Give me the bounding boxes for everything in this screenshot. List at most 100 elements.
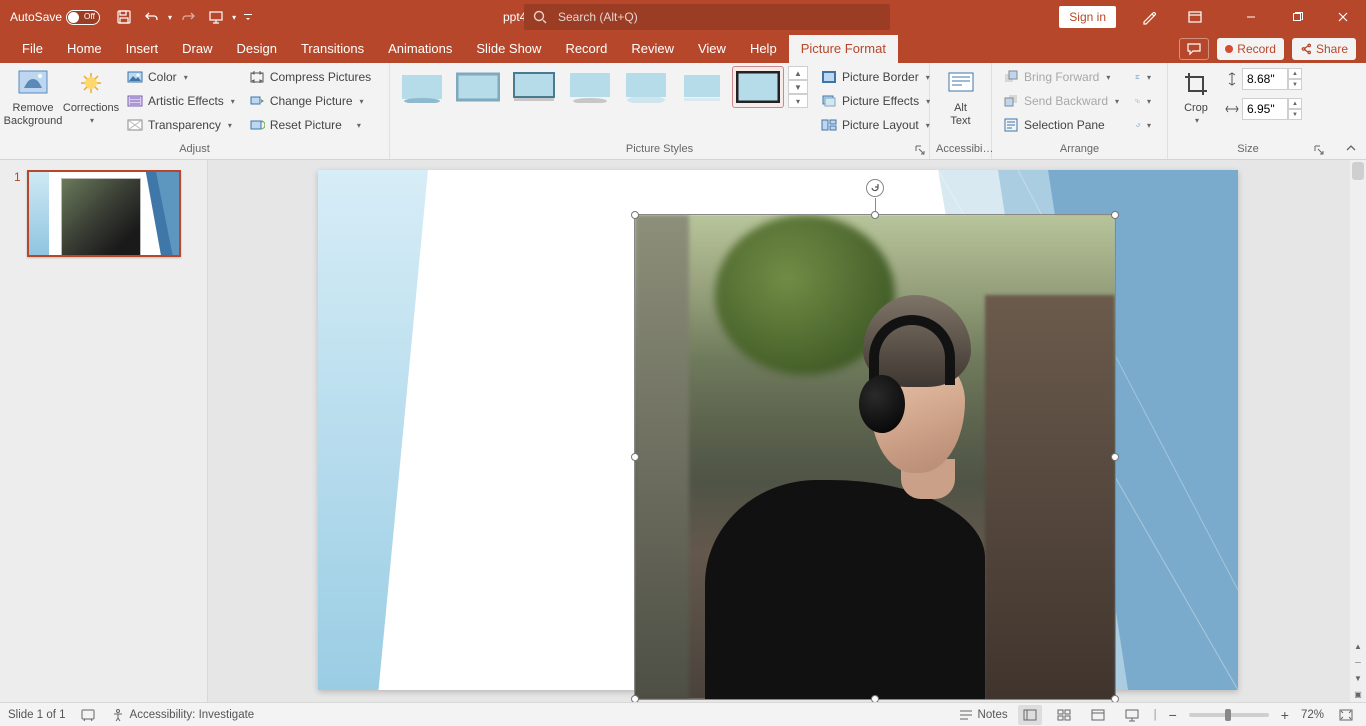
slide-thumbnail-1[interactable] [27, 170, 181, 257]
ribbon-mode-icon[interactable] [1172, 0, 1218, 34]
tab-help[interactable]: Help [738, 35, 789, 63]
fit-to-window-icon[interactable] [1334, 705, 1358, 725]
change-picture-button[interactable]: Change Picture▾ [244, 90, 376, 112]
style-item-3[interactable] [508, 66, 560, 108]
reading-view-icon[interactable] [1086, 705, 1110, 725]
picture-border-button[interactable]: Picture Border▾ [816, 66, 935, 88]
present-from-beginning-icon[interactable] [204, 5, 228, 29]
slide-canvas[interactable] [318, 170, 1238, 690]
collapse-ribbon-icon[interactable] [1342, 141, 1360, 155]
picture-styles-gallery[interactable]: ▲▼▾ [396, 66, 808, 108]
width-field[interactable]: ▲▼ [1222, 98, 1306, 120]
tab-view[interactable]: View [686, 35, 738, 63]
corrections-button[interactable]: Corrections▾ [64, 66, 118, 138]
style-item-5[interactable] [620, 66, 672, 108]
height-field[interactable]: ▲▼ [1222, 68, 1306, 90]
sign-in-button[interactable]: Sign in [1059, 6, 1116, 28]
tab-file[interactable]: File [10, 35, 55, 63]
send-backward-button[interactable]: Send Backward▾ [998, 90, 1124, 112]
prev-slide-icon[interactable]: ▲ [1350, 638, 1366, 654]
width-down[interactable]: ▼ [1288, 109, 1302, 120]
height-down[interactable]: ▼ [1288, 79, 1302, 90]
selected-picture[interactable] [634, 214, 1116, 700]
tab-slideshow[interactable]: Slide Show [464, 35, 553, 63]
tab-design[interactable]: Design [225, 35, 289, 63]
zoom-slider[interactable] [1189, 713, 1269, 717]
height-input[interactable] [1242, 68, 1288, 90]
gallery-more-icon[interactable]: ▾ [788, 94, 808, 108]
artistic-effects-button[interactable]: Artistic Effects▾ [122, 90, 240, 112]
tab-record[interactable]: Record [553, 35, 619, 63]
comments-button[interactable] [1179, 38, 1209, 60]
color-button[interactable]: Color▾ [122, 66, 240, 88]
bring-forward-button[interactable]: Bring Forward▾ [998, 66, 1124, 88]
crop-button[interactable]: Crop▾ [1174, 66, 1218, 138]
search-box[interactable]: Search (Alt+Q) [524, 4, 890, 30]
remove-background-button[interactable]: Remove Background [6, 66, 60, 138]
style-item-6[interactable] [676, 66, 728, 108]
record-button[interactable]: Record [1217, 38, 1284, 60]
sorter-view-icon[interactable] [1052, 705, 1076, 725]
size-launcher-icon[interactable] [1312, 143, 1326, 157]
pen-icon[interactable] [1126, 0, 1172, 34]
tab-animations[interactable]: Animations [376, 35, 464, 63]
align-button[interactable]: ▾ [1130, 66, 1156, 88]
rotate-handle[interactable] [866, 179, 884, 197]
tab-transitions[interactable]: Transitions [289, 35, 376, 63]
language-icon[interactable] [80, 707, 96, 723]
slideshow-view-icon[interactable] [1120, 705, 1144, 725]
selection-pane-button[interactable]: Selection Pane [998, 114, 1124, 136]
undo-dropdown[interactable]: ▾ [168, 13, 172, 22]
style-item-7[interactable] [732, 66, 784, 108]
minimize-button[interactable] [1228, 0, 1274, 34]
gallery-down-icon[interactable]: ▼ [788, 80, 808, 94]
alt-text-button[interactable]: Alt Text [936, 66, 985, 138]
notes-button[interactable]: Notes [958, 707, 1008, 723]
reset-picture-button[interactable]: Reset Picture▾ [244, 114, 376, 136]
zoom-level[interactable]: 72% [1301, 709, 1324, 721]
style-item-1[interactable] [396, 66, 448, 108]
compress-pictures-button[interactable]: Compress Pictures [244, 66, 376, 88]
qat-customize-icon[interactable] [240, 5, 256, 29]
resize-handle-tr[interactable] [1111, 211, 1119, 219]
normal-view-icon[interactable] [1018, 705, 1042, 725]
share-button[interactable]: Share [1292, 38, 1356, 60]
zoom-slider-knob[interactable] [1225, 709, 1231, 721]
zoom-out-button[interactable]: − [1167, 707, 1179, 723]
resize-handle-bl[interactable] [631, 695, 639, 702]
width-input[interactable] [1242, 98, 1288, 120]
resize-handle-l[interactable] [631, 453, 639, 461]
vertical-scrollbar[interactable]: ▲ ─ ▼ ▣ [1350, 160, 1366, 702]
autosave-switch[interactable]: Off [66, 10, 100, 25]
tab-insert[interactable]: Insert [114, 35, 171, 63]
gallery-scroll[interactable]: ▲▼▾ [788, 66, 808, 108]
picture-effects-button[interactable]: Picture Effects▾ [816, 90, 935, 112]
resize-handle-b[interactable] [871, 695, 879, 702]
next-slide-icon[interactable]: ▼ [1350, 670, 1366, 686]
resize-handle-r[interactable] [1111, 453, 1119, 461]
slide-thumbnails-panel[interactable]: 1 [0, 160, 208, 702]
gallery-up-icon[interactable]: ▲ [788, 66, 808, 80]
redo-icon[interactable] [176, 5, 200, 29]
group-button[interactable]: ▾ [1130, 90, 1156, 112]
resize-handle-tl[interactable] [631, 211, 639, 219]
zoom-in-button[interactable]: + [1279, 707, 1291, 723]
close-button[interactable] [1320, 0, 1366, 34]
picture-layout-button[interactable]: Picture Layout▾ [816, 114, 935, 136]
style-item-2[interactable] [452, 66, 504, 108]
undo-icon[interactable] [140, 5, 164, 29]
present-dropdown[interactable]: ▾ [232, 13, 236, 22]
resize-handle-br[interactable] [1111, 695, 1119, 702]
tab-picture-format[interactable]: Picture Format [789, 35, 898, 63]
save-icon[interactable] [112, 5, 136, 29]
height-up[interactable]: ▲ [1288, 68, 1302, 79]
style-item-4[interactable] [564, 66, 616, 108]
styles-launcher-icon[interactable] [913, 143, 927, 157]
transparency-button[interactable]: Transparency▾ [122, 114, 240, 136]
maximize-button[interactable] [1274, 0, 1320, 34]
accessibility-status[interactable]: Accessibility: Investigate [110, 707, 255, 723]
slide-stage[interactable]: ▲ ─ ▼ ▣ [208, 160, 1366, 702]
scrollbar-thumb[interactable] [1352, 162, 1364, 180]
width-up[interactable]: ▲ [1288, 98, 1302, 109]
tab-home[interactable]: Home [55, 35, 114, 63]
